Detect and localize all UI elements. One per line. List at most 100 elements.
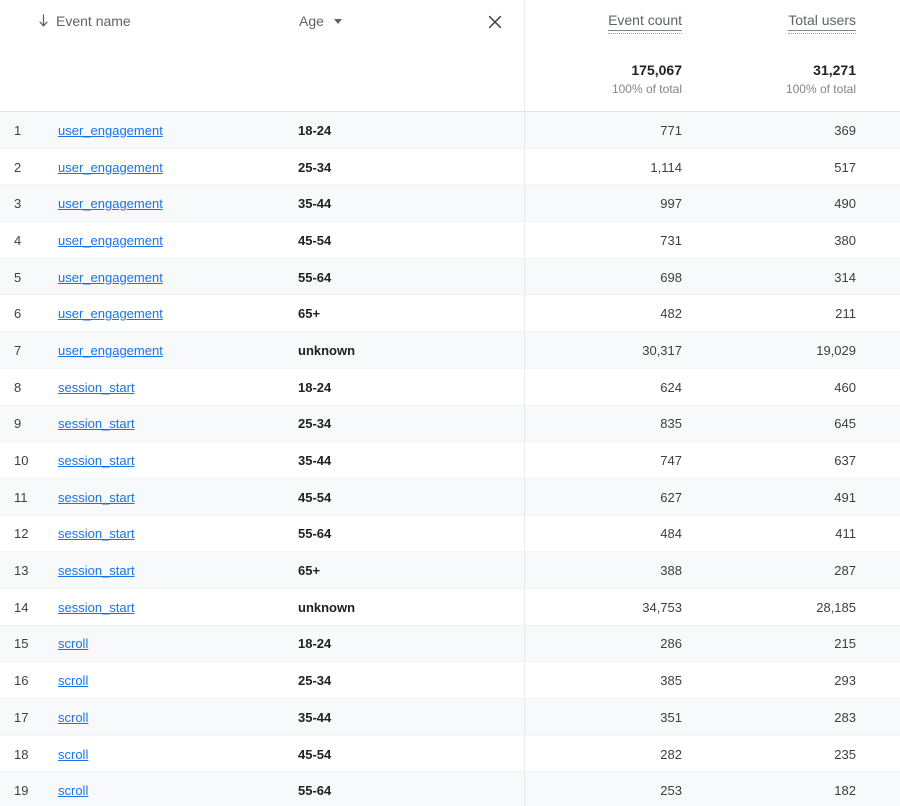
table-row[interactable]: 18 scroll 45-54 282 235 [0,735,900,773]
row-event-name[interactable]: scroll [58,662,88,699]
sort-descending-arrow-icon[interactable] [38,14,49,28]
table-header: Event name Age Event count Total users 1… [0,0,900,112]
event-name-link[interactable]: scroll [58,636,88,651]
row-event-count: 698 [660,269,682,285]
table-row[interactable]: 19 scroll 55-64 253 182 [0,772,900,806]
row-event-name[interactable]: session_start [58,369,135,406]
row-index: 1 [14,122,22,138]
close-icon[interactable] [487,14,503,30]
row-total-users: 211 [835,306,856,322]
row-age: 18-24 [298,636,332,652]
table-row[interactable]: 12 session_start 55-64 484 411 [0,515,900,553]
table-row[interactable]: 1 user_engagement 18-24 771 369 [0,112,900,149]
column-header-total-users-label: Total users [788,12,856,31]
event-name-link[interactable]: user_engagement [58,233,163,248]
row-age: 65+ [298,306,321,322]
table-row[interactable]: 16 scroll 25-34 385 293 [0,662,900,699]
summary-event-count: 175,067 100% of total [612,62,682,97]
row-index: 16 [14,673,29,689]
header-dotted-underline [788,33,856,34]
table-row[interactable]: 2 user_engagement 25-34 1,114 517 [0,148,900,186]
row-event-count: 253 [660,783,682,799]
event-name-link[interactable]: scroll [58,710,88,725]
table-row[interactable]: 9 session_start 25-34 835 645 [0,405,900,443]
row-event-name[interactable]: user_engagement [58,259,163,296]
row-event-name[interactable]: scroll [58,736,88,773]
row-event-count: 997 [660,196,682,212]
table-row[interactable]: 15 scroll 18-24 286 215 [0,625,900,663]
row-event-name[interactable]: session_start [58,589,135,626]
row-index: 11 [14,489,28,505]
row-age: 45-54 [298,746,332,762]
event-name-link[interactable]: session_start [58,380,135,395]
event-name-link[interactable]: user_engagement [58,123,163,138]
row-event-name[interactable]: session_start [58,406,135,443]
event-name-link[interactable]: user_engagement [58,160,163,175]
event-name-link[interactable]: scroll [58,673,88,688]
table-row[interactable]: 17 scroll 35-44 351 283 [0,699,900,736]
row-event-name[interactable]: user_engagement [58,112,163,149]
chevron-down-icon[interactable] [333,18,342,24]
column-header-event-name[interactable]: Event name [38,13,131,29]
column-header-event-count-label: Event count [608,12,682,31]
event-name-link[interactable]: session_start [58,526,135,541]
row-total-users: 293 [834,673,856,689]
table-row[interactable]: 14 session_start unknown 34,753 28,185 [0,588,900,626]
row-total-users: 637 [834,453,856,469]
table-row[interactable]: 4 user_engagement 45-54 731 380 [0,222,900,259]
event-name-link[interactable]: session_start [58,453,135,468]
row-event-name[interactable]: session_start [58,516,135,553]
summary-event-count-subtext: 100% of total [611,82,682,96]
row-event-name[interactable]: user_engagement [58,332,163,369]
table-row[interactable]: 13 session_start 65+ 388 287 [0,552,900,589]
event-name-link[interactable]: session_start [58,563,135,578]
row-total-users: 490 [834,196,856,212]
event-name-link[interactable]: scroll [58,783,88,798]
row-event-count: 731 [660,232,682,248]
event-name-link[interactable]: user_engagement [58,343,163,358]
event-name-link[interactable]: session_start [58,600,135,615]
row-event-name[interactable]: scroll [58,772,88,806]
row-index: 17 [14,709,29,725]
row-event-name[interactable]: user_engagement [58,185,163,222]
table-row[interactable]: 3 user_engagement 35-44 997 490 [0,185,900,223]
row-total-users: 287 [834,563,856,579]
row-event-name[interactable]: session_start [58,552,135,589]
row-index: 9 [14,416,22,432]
row-event-name[interactable]: session_start [58,442,135,479]
row-total-users: 460 [834,379,856,395]
event-name-link[interactable]: scroll [58,747,88,762]
row-age: 55-64 [298,269,332,285]
event-name-link[interactable]: session_start [58,490,135,505]
table-row[interactable]: 5 user_engagement 55-64 698 314 [0,258,900,296]
column-header-total-users[interactable]: Total users [788,12,856,34]
table-row[interactable]: 6 user_engagement 65+ 482 211 [0,295,900,333]
summary-total-users: 31,271 100% of total [786,62,856,97]
column-header-event-count[interactable]: Event count [608,12,682,34]
row-age: 35-44 [298,709,332,725]
row-event-name[interactable]: user_engagement [58,149,163,186]
table-row[interactable]: 7 user_engagement unknown 30,317 19,029 [0,332,900,369]
row-event-name[interactable]: session_start [58,479,135,516]
event-name-link[interactable]: user_engagement [58,196,163,211]
row-event-name[interactable]: scroll [58,626,88,663]
row-total-users: 369 [834,122,856,138]
table-row[interactable]: 10 session_start 35-44 747 637 [0,442,900,479]
row-total-users: 235 [834,746,856,762]
row-event-count: 624 [660,379,682,395]
row-total-users: 182 [834,783,856,799]
row-event-name[interactable]: scroll [58,699,88,736]
row-event-name[interactable]: user_engagement [58,295,163,332]
row-index: 4 [14,232,22,248]
row-age: unknown [298,599,356,615]
row-index: 2 [14,159,22,175]
row-index: 13 [14,563,29,579]
event-name-link[interactable]: session_start [58,416,135,431]
event-name-link[interactable]: user_engagement [58,306,163,321]
row-event-name[interactable]: user_engagement [58,222,163,259]
row-total-users: 645 [834,416,856,432]
event-name-link[interactable]: user_engagement [58,270,163,285]
table-row[interactable]: 11 session_start 45-54 627 491 [0,478,900,516]
table-row[interactable]: 8 session_start 18-24 624 460 [0,368,900,406]
column-header-age[interactable]: Age [299,13,342,29]
